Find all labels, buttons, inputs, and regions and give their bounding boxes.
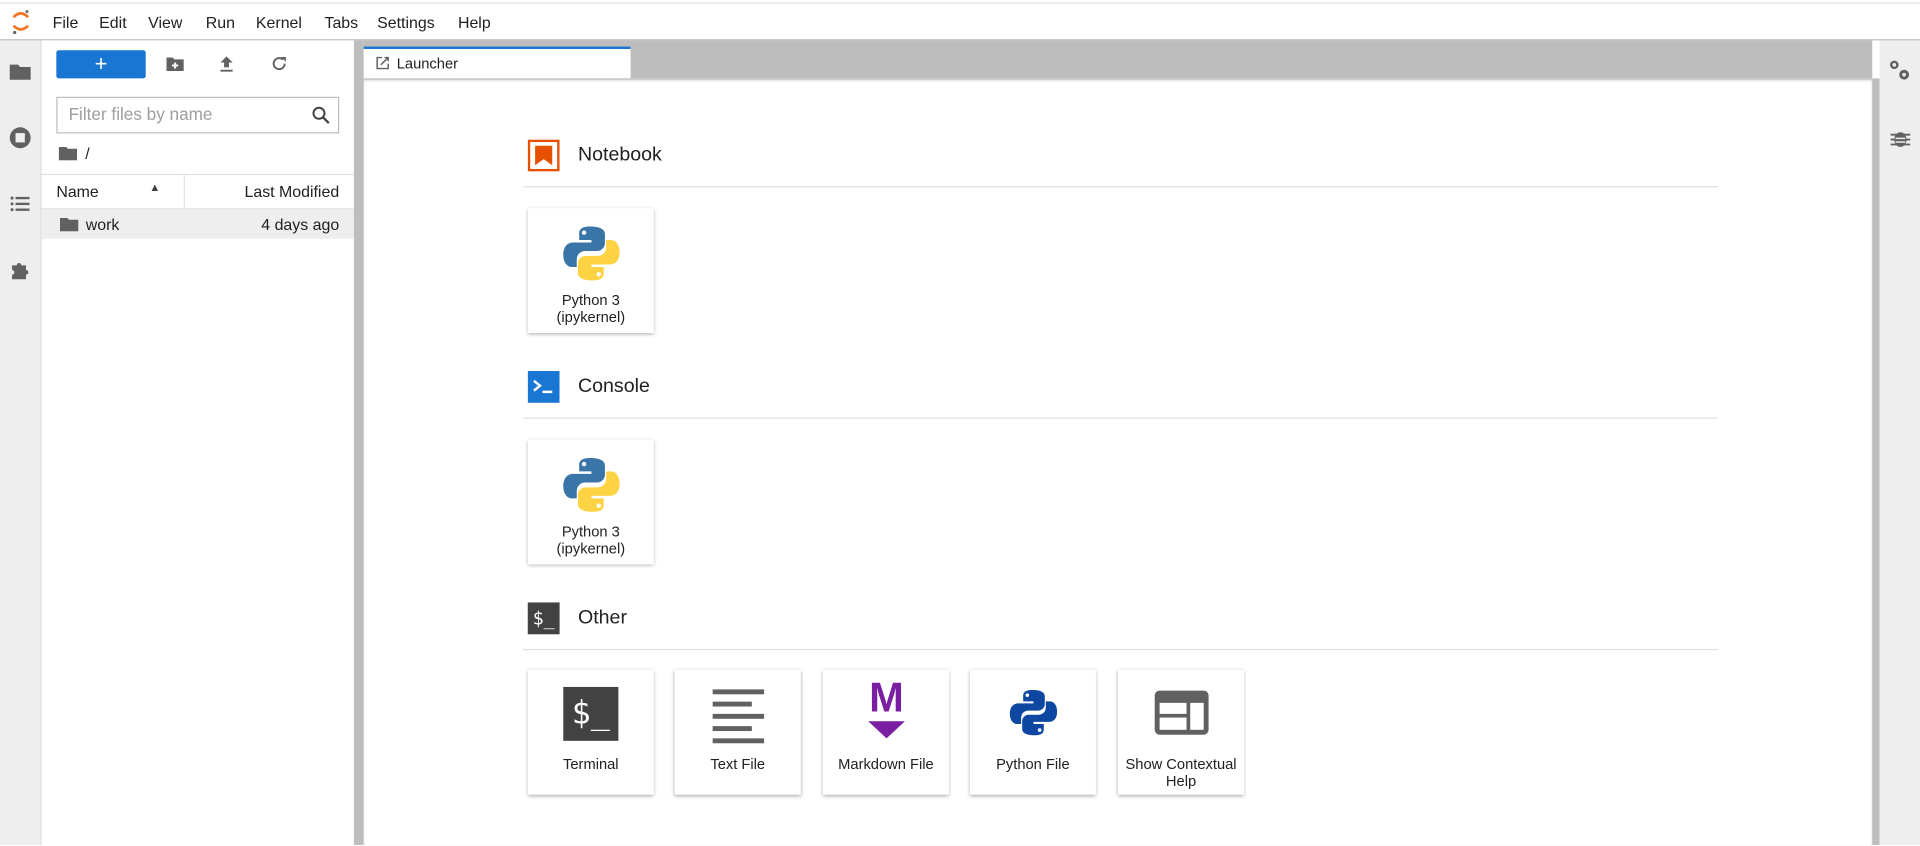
section-title: Other xyxy=(577,607,627,629)
card-label: Show Contextual Help xyxy=(1125,755,1237,790)
file-name: work xyxy=(85,215,120,234)
new-launcher-button[interactable]: + xyxy=(56,50,146,79)
right-sidebar xyxy=(1879,40,1920,845)
menu-edit[interactable]: Edit xyxy=(99,13,126,31)
python-logo-icon xyxy=(563,457,620,512)
tab-label: Launcher xyxy=(396,55,459,73)
menu-tabs[interactable]: Tabs xyxy=(324,13,358,31)
terminal-icon: $_ xyxy=(563,686,619,741)
card-markdown-file[interactable]: M Markdown File xyxy=(822,669,949,795)
search-icon[interactable] xyxy=(311,105,331,125)
notebook-icon xyxy=(527,139,560,172)
column-last-modified[interactable]: Last Modified xyxy=(244,182,339,200)
card-label: Python 3 (ipykernel) xyxy=(556,291,626,326)
python-file-icon xyxy=(1009,690,1058,736)
contextual-help-icon xyxy=(1154,690,1209,735)
menu-settings[interactable]: Settings xyxy=(377,13,435,31)
menu-bar: File Edit View Run Kernel Tabs Settings … xyxy=(0,3,1920,41)
launcher-icon xyxy=(376,56,389,70)
debugger-bug-icon[interactable] xyxy=(1889,127,1911,149)
refresh-icon[interactable] xyxy=(269,54,289,74)
file-list-header: Name ▲ Last Modified xyxy=(41,173,354,210)
card-label: Python 3 (ipykernel) xyxy=(556,522,626,558)
python-logo-icon xyxy=(563,226,620,281)
right-splitter[interactable] xyxy=(1872,78,1880,845)
breadcrumb: / xyxy=(58,144,90,163)
column-name[interactable]: Name xyxy=(56,182,98,200)
menu-view[interactable]: View xyxy=(148,13,182,31)
section-title: Console xyxy=(577,375,650,397)
sort-ascending-icon: ▲ xyxy=(149,181,161,194)
property-inspector-gears-icon[interactable] xyxy=(1888,59,1912,83)
left-sidebar xyxy=(0,40,42,845)
card-label: Python File xyxy=(996,755,1070,773)
terminal-section-icon: $_ xyxy=(527,602,560,635)
section-other: $_ Other xyxy=(522,600,1718,651)
jupyter-logo-icon xyxy=(12,10,30,35)
table-of-contents-icon[interactable] xyxy=(9,192,32,215)
card-contextual-help[interactable]: Show Contextual Help xyxy=(1117,669,1245,795)
file-row[interactable]: work 4 days ago xyxy=(41,209,354,239)
console-icon xyxy=(527,371,560,403)
card-console-python3[interactable]: Python 3 (ipykernel) xyxy=(527,439,654,565)
card-label: Terminal xyxy=(563,755,619,773)
card-text-file[interactable]: Text File xyxy=(674,669,801,795)
tab-bar: Launcher xyxy=(363,40,1873,80)
running-sessions-icon[interactable] xyxy=(9,126,32,149)
folder-icon[interactable] xyxy=(9,60,32,83)
text-file-icon xyxy=(712,689,765,744)
file-browser-panel: + / Name ▲ Last Modified work 4 days ago xyxy=(41,40,354,845)
menu-file[interactable]: File xyxy=(53,13,79,31)
launcher-panel: Notebook Python 3 (ipykernel) Console Py… xyxy=(363,78,1873,846)
tab-launcher[interactable]: Launcher xyxy=(363,46,631,80)
extensions-puzzle-icon[interactable] xyxy=(9,258,32,281)
section-console: Console xyxy=(522,369,1718,419)
card-python-file[interactable]: Python File xyxy=(969,669,1096,795)
menu-help[interactable]: Help xyxy=(458,13,491,31)
section-notebook: Notebook xyxy=(522,137,1718,188)
section-title: Notebook xyxy=(577,144,662,166)
card-label: Text File xyxy=(710,755,766,773)
card-terminal[interactable]: $_ Terminal xyxy=(527,669,654,795)
card-notebook-python3[interactable]: Python 3 (ipykernel) xyxy=(527,208,654,334)
menu-run[interactable]: Run xyxy=(206,13,235,31)
folder-icon[interactable] xyxy=(58,146,78,161)
markdown-icon: M xyxy=(856,677,917,741)
panel-splitter[interactable] xyxy=(353,40,364,845)
card-label: Markdown File xyxy=(838,755,934,773)
upload-icon[interactable] xyxy=(217,54,237,74)
filter-files-field xyxy=(56,96,340,134)
breadcrumb-root[interactable]: / xyxy=(85,144,89,162)
file-modified: 4 days ago xyxy=(261,215,340,234)
menu-kernel[interactable]: Kernel xyxy=(256,13,302,31)
filter-files-input[interactable] xyxy=(57,97,308,130)
folder-icon xyxy=(60,217,79,232)
column-divider[interactable] xyxy=(183,175,185,209)
new-folder-icon[interactable] xyxy=(165,54,185,74)
